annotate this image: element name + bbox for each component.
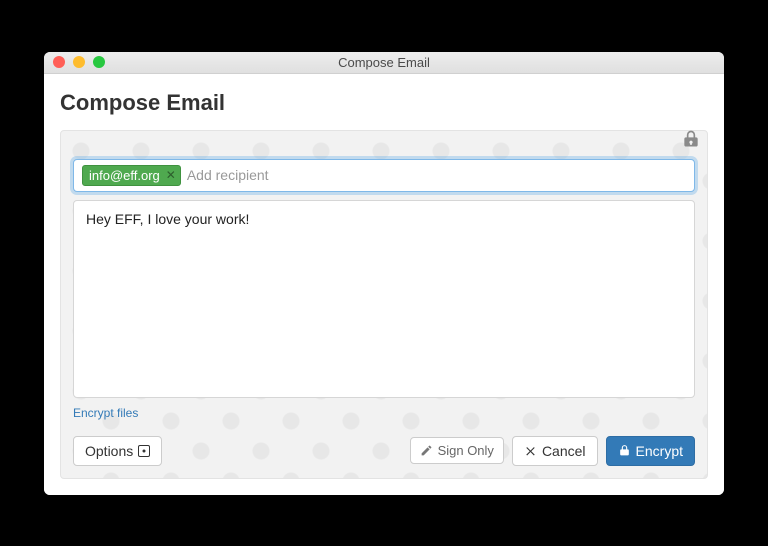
sign-only-button[interactable]: Sign Only [410,437,504,464]
encrypt-files-link[interactable]: Encrypt files [73,406,138,420]
pencil-icon [420,444,433,457]
window-controls [44,56,105,68]
close-icon [524,444,537,457]
recipient-field[interactable]: info@eff.org ✕ [73,159,695,192]
minimize-window-button[interactable] [73,56,85,68]
cancel-button[interactable]: Cancel [512,436,598,466]
message-body[interactable]: Hey EFF, I love your work! [73,200,695,398]
encrypt-button[interactable]: Encrypt [606,436,695,466]
encrypt-button-label: Encrypt [636,443,683,459]
footer-actions: Options Sign Only Cancel Encrypt [73,436,695,466]
page-title: Compose Email [60,90,708,116]
remove-recipient-icon[interactable]: ✕ [166,169,176,181]
lock-icon [618,444,631,457]
content-area: Compose Email info@eff.org ✕ Hey EFF, I … [44,74,724,495]
titlebar[interactable]: Compose Email [44,52,724,74]
sign-only-button-label: Sign Only [438,443,494,458]
options-button-label: Options [85,443,133,459]
window-title: Compose Email [44,55,724,70]
recipient-chip-label: info@eff.org [89,168,160,183]
cancel-button-label: Cancel [542,443,586,459]
close-window-button[interactable] [53,56,65,68]
zoom-window-button[interactable] [93,56,105,68]
lock-icon [681,129,701,154]
app-window: Compose Email Compose Email info@eff.org… [44,52,724,495]
recipient-chip[interactable]: info@eff.org ✕ [82,165,181,186]
options-indicator-icon [138,445,150,457]
options-button[interactable]: Options [73,436,162,466]
compose-panel: info@eff.org ✕ Hey EFF, I love your work… [60,130,708,479]
recipient-input[interactable] [187,167,686,183]
